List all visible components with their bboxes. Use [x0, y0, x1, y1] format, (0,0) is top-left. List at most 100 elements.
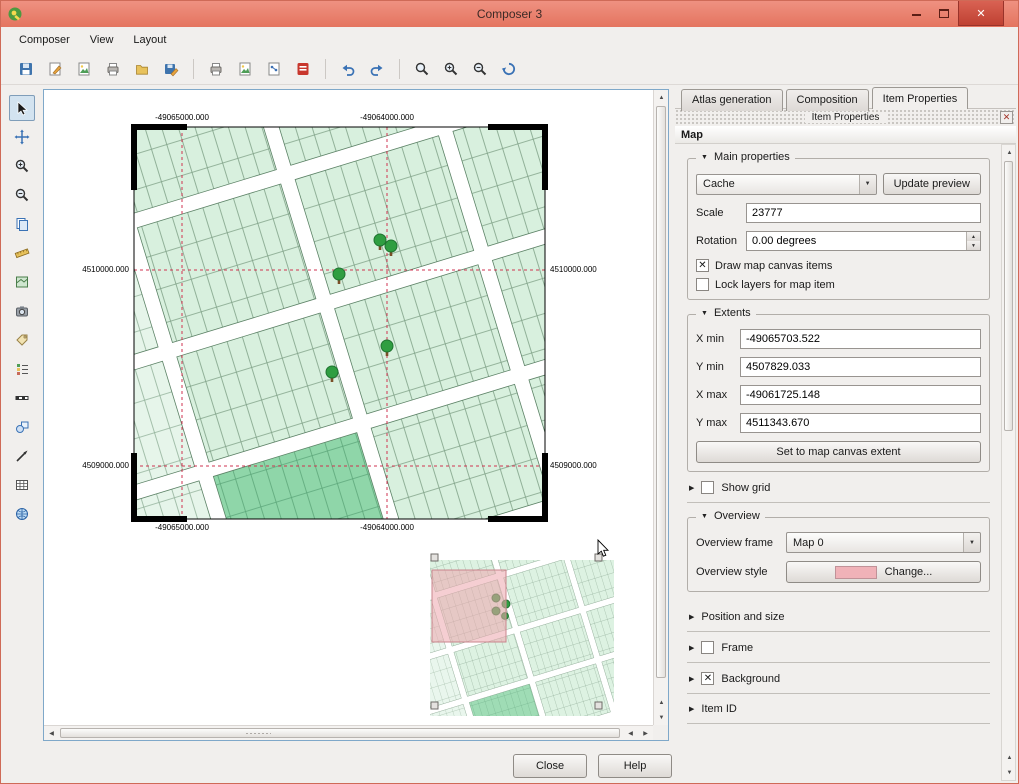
zoom-out-button[interactable] [467, 56, 493, 82]
extents-title: Extents [714, 307, 751, 319]
scroll-up-icon[interactable] [1002, 750, 1017, 765]
panel-scrollbar[interactable] [1001, 144, 1016, 781]
measure-button[interactable] [9, 240, 35, 266]
move-item-content-button[interactable] [9, 124, 35, 150]
scroll-up-icon[interactable] [654, 90, 669, 105]
expand-arrow-icon[interactable] [689, 705, 694, 713]
dock-title-label: Item Properties [805, 112, 887, 123]
canvas-horizontal-scrollbar[interactable] [44, 725, 653, 740]
overview-style-change-button[interactable]: Change... [786, 561, 981, 583]
add-map-button[interactable] [9, 269, 35, 295]
dock-close-icon[interactable] [1000, 111, 1013, 124]
show-grid-checkbox[interactable] [701, 481, 714, 494]
horizontal-scroll-thumb[interactable] [60, 728, 620, 738]
add-html-button[interactable] [9, 501, 35, 527]
select-move-item-button[interactable] [9, 95, 35, 121]
draw-map-canvas-items-checkbox[interactable] [696, 259, 709, 272]
expand-arrow-icon[interactable] [689, 644, 694, 652]
new-from-template-button[interactable] [42, 56, 68, 82]
grid-label-top-left: -49065000.000 [155, 113, 209, 122]
export-as-svg-button[interactable] [261, 56, 287, 82]
print-small-button[interactable] [100, 56, 126, 82]
print-button[interactable] [203, 56, 229, 82]
overview-header[interactable]: Overview [696, 510, 765, 522]
x-max-input[interactable] [740, 385, 981, 405]
scroll-down-icon[interactable] [1002, 765, 1017, 780]
set-to-map-canvas-extent-button[interactable]: Set to map canvas extent [696, 441, 981, 463]
background-checkbox[interactable] [701, 672, 714, 685]
zoom-full-button[interactable] [409, 56, 435, 82]
undo-button[interactable] [335, 56, 361, 82]
scale-input[interactable] [746, 203, 981, 223]
cache-mode-combo[interactable]: Cache [696, 174, 877, 195]
scroll-up-icon[interactable] [654, 695, 669, 710]
export-image-small-button[interactable] [71, 56, 97, 82]
expand-arrow-icon[interactable] [689, 675, 694, 683]
expand-arrow-icon[interactable] [689, 613, 694, 621]
save-icon [18, 61, 34, 77]
scroll-right-icon[interactable] [638, 726, 653, 741]
add-shape-button[interactable] [9, 414, 35, 440]
frame-checkbox[interactable] [701, 641, 714, 654]
y-min-input[interactable] [740, 357, 981, 377]
spin-down-icon[interactable] [967, 241, 980, 250]
scroll-down-icon[interactable] [654, 710, 669, 725]
add-label-button[interactable] [9, 327, 35, 353]
position-and-size-section[interactable]: Position and size [687, 602, 990, 632]
scroll-left-icon[interactable] [44, 726, 59, 741]
close-dialog-button[interactable]: Close [513, 754, 587, 778]
add-arrow-button[interactable] [9, 443, 35, 469]
add-table-button[interactable] [9, 472, 35, 498]
menu-composer[interactable]: Composer [9, 30, 80, 50]
rotation-input[interactable] [746, 231, 981, 251]
save-button[interactable] [13, 56, 39, 82]
title-bar[interactable]: Composer 3 [1, 1, 1018, 27]
redo-button[interactable] [364, 56, 390, 82]
duplicate-items-button[interactable] [9, 211, 35, 237]
canvas-zoom-in-button[interactable] [9, 153, 35, 179]
minimize-button[interactable] [902, 1, 930, 26]
item-id-section[interactable]: Item ID [687, 694, 990, 724]
close-button[interactable] [958, 1, 1004, 26]
lock-layers-label: Lock layers for map item [715, 279, 835, 291]
zoom-in-button[interactable] [438, 56, 464, 82]
item-id-label: Item ID [701, 703, 736, 715]
rotation-spin-buttons[interactable] [966, 232, 980, 250]
refresh-view-button[interactable] [496, 56, 522, 82]
tab-atlas-generation[interactable]: Atlas generation [681, 89, 783, 111]
maximize-button[interactable] [930, 1, 958, 26]
x-min-input[interactable] [740, 329, 981, 349]
background-section[interactable]: Background [687, 663, 990, 694]
canvas-vertical-scrollbar[interactable] [653, 90, 668, 725]
add-legend-button[interactable] [9, 356, 35, 382]
menu-view[interactable]: View [80, 30, 124, 50]
tab-composition[interactable]: Composition [786, 89, 869, 111]
composer-canvas[interactable]: -49065000.000 -49064000.000 -49065000.00… [43, 89, 669, 741]
panel-scroll-thumb[interactable] [1004, 161, 1013, 431]
open-template-button[interactable] [129, 56, 155, 82]
canvas-zoom-out-button[interactable] [9, 182, 35, 208]
menu-layout[interactable]: Layout [123, 30, 176, 50]
update-preview-button[interactable]: Update preview [883, 173, 981, 195]
lock-layers-checkbox[interactable] [696, 278, 709, 291]
export-as-pdf-button[interactable] [290, 56, 316, 82]
spin-up-icon[interactable] [967, 232, 980, 241]
y-max-input[interactable] [740, 413, 981, 433]
add-scalebar-button[interactable] [9, 385, 35, 411]
export-as-image-button[interactable] [232, 56, 258, 82]
scroll-left-icon[interactable] [623, 726, 638, 741]
vertical-scroll-thumb[interactable] [656, 106, 666, 678]
overview-frame-combo[interactable]: Map 0 [786, 532, 981, 553]
add-image-button[interactable] [9, 298, 35, 324]
frame-section[interactable]: Frame [687, 632, 990, 663]
save-template-button[interactable] [158, 56, 184, 82]
main-properties-header[interactable]: Main properties [696, 151, 795, 163]
show-grid-section[interactable]: Show grid [687, 472, 990, 503]
extents-header[interactable]: Extents [696, 307, 756, 319]
composer-page[interactable] [44, 90, 654, 726]
rotation-spinbox[interactable] [746, 231, 981, 251]
help-button[interactable]: Help [598, 754, 672, 778]
expand-arrow-icon[interactable] [689, 484, 694, 492]
scroll-up-icon[interactable] [1002, 145, 1017, 160]
tab-item-properties[interactable]: Item Properties [872, 87, 969, 109]
